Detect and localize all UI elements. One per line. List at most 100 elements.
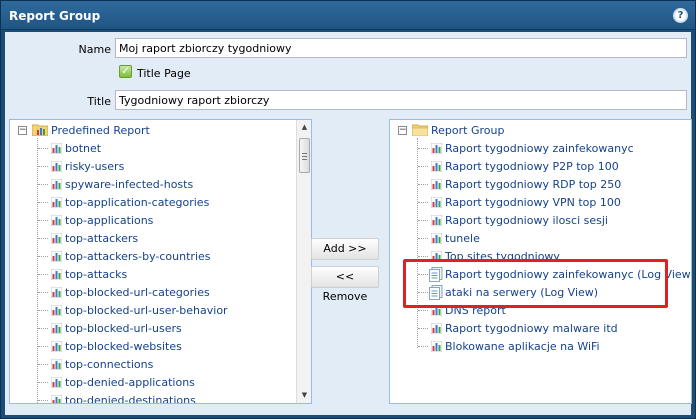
- tree-item[interactable]: top-blocked-url-categories: [16, 284, 286, 302]
- tree-item-label: Raport tygodniowy P2P top 100: [445, 160, 619, 173]
- tree-connector: [38, 220, 48, 221]
- tree-item-label: top-attackers-by-countries: [65, 250, 211, 263]
- chart-icon: [431, 341, 442, 352]
- title-page-label: Title Page: [137, 67, 191, 80]
- tree-root-report-group[interactable]: − Report Group: [396, 122, 676, 140]
- tree-item[interactable]: tunele: [396, 230, 681, 248]
- chart-icon: [51, 341, 62, 352]
- tree-item-label: Raport tygodniowy RDP top 250: [445, 178, 622, 191]
- tree-connector: [418, 220, 428, 221]
- tree-item-label: top-connections: [65, 358, 154, 371]
- scroll-down-icon[interactable]: ▼: [297, 388, 311, 403]
- tree-connector: [38, 382, 48, 383]
- tree-connector: [38, 256, 48, 257]
- name-input[interactable]: [115, 38, 687, 58]
- dialog-title: Report Group: [9, 9, 101, 23]
- help-icon[interactable]: ?: [673, 8, 688, 23]
- tree-item-label: tunele: [445, 232, 480, 245]
- collapse-icon[interactable]: −: [398, 126, 407, 135]
- chart-icon: [51, 179, 62, 190]
- tree-connector: [418, 148, 428, 149]
- remove-button[interactable]: << Remove: [311, 266, 379, 303]
- tree-item-label: top-application-categories: [65, 196, 210, 209]
- chart-icon: [51, 287, 62, 298]
- tree-root-predefined[interactable]: − Predefined Report: [16, 122, 286, 140]
- title-label: Title: [87, 95, 111, 108]
- tree-item[interactable]: Raport tygodniowy ilosci sesji: [396, 212, 681, 230]
- tree-item[interactable]: top-attackers-by-countries: [16, 248, 286, 266]
- tree-item[interactable]: top-blocked-url-user-behavior: [16, 302, 286, 320]
- tree-item[interactable]: Raport tygodniowy zainfekowanyc: [396, 140, 681, 158]
- tree-item[interactable]: risky-users: [16, 158, 286, 176]
- tree-item-label: Raport tygodniowy zainfekowanyc: [445, 142, 634, 155]
- tree-item[interactable]: top-connections: [16, 356, 286, 374]
- tree-item[interactable]: Raport tygodniowy RDP top 250: [396, 176, 681, 194]
- tree-item[interactable]: top-attackers: [16, 230, 286, 248]
- tree-item[interactable]: botnet: [16, 140, 286, 158]
- tree-connector: [38, 292, 48, 293]
- tree-connector: [418, 166, 428, 167]
- folder-icon: [412, 124, 428, 136]
- tree-item-label: top-applications: [65, 214, 154, 227]
- chart-icon: [431, 179, 442, 190]
- tree-item[interactable]: top-attacks: [16, 266, 286, 284]
- scroll-up-icon[interactable]: ▲: [297, 120, 311, 135]
- tree-item[interactable]: spyware-infected-hosts: [16, 176, 286, 194]
- tree-item-label: spyware-infected-hosts: [65, 178, 194, 191]
- tree-item[interactable]: top-denied-applications: [16, 374, 286, 392]
- tree-item-label: Blokowane aplikacje na WiFi: [445, 340, 600, 353]
- tree-item[interactable]: Blokowane aplikacje na WiFi: [396, 338, 681, 356]
- tree-item-label: top-attackers: [65, 232, 139, 245]
- tree-item-label: top-attacks: [65, 268, 128, 281]
- tree-item[interactable]: Raport tygodniowy P2P top 100: [396, 158, 681, 176]
- dialog-body: Name ✓ Title Page Title − Predefined Rep…: [5, 32, 692, 415]
- tree-connector: [418, 238, 428, 239]
- tree-connector: [38, 184, 48, 185]
- highlight-box: [403, 259, 668, 308]
- chart-icon: [51, 143, 62, 154]
- tree-connector: [38, 328, 48, 329]
- chart-icon: [431, 161, 442, 172]
- folder-chart-icon: [32, 124, 48, 136]
- tree-item[interactable]: top-blocked-url-users: [16, 320, 286, 338]
- chart-icon: [431, 215, 442, 226]
- title-input[interactable]: [115, 90, 687, 110]
- tree-connector: [38, 364, 48, 365]
- chart-icon: [431, 143, 442, 154]
- tree-connector: [38, 148, 48, 149]
- left-scrollbar[interactable]: ▲ ▼: [296, 120, 311, 403]
- chart-icon: [51, 251, 62, 262]
- dialog-titlebar[interactable]: Report Group ?: [1, 1, 695, 30]
- tree-item[interactable]: Raport tygodniowy VPN top 100: [396, 194, 681, 212]
- add-button[interactable]: Add >>: [311, 238, 379, 260]
- chart-icon: [51, 233, 62, 244]
- tree-item-label: risky-users: [65, 160, 125, 173]
- tree-item-label: top-blocked-url-user-behavior: [65, 304, 228, 317]
- chart-icon: [431, 323, 442, 334]
- tree-item-label: top-denied-destinations: [65, 394, 196, 404]
- tree-item[interactable]: Raport tygodniowy malware itd: [396, 320, 681, 338]
- tree-item-label: top-blocked-websites: [65, 340, 182, 353]
- predefined-report-tree[interactable]: − Predefined Report botnet risky-users spy…: [9, 119, 312, 404]
- chart-icon: [51, 269, 62, 280]
- chart-icon: [51, 197, 62, 208]
- tree-item-label: top-blocked-url-users: [65, 322, 182, 335]
- chart-icon: [431, 197, 442, 208]
- tree-item[interactable]: top-denied-destinations: [16, 392, 286, 404]
- chart-icon: [51, 305, 62, 316]
- title-page-checkbox[interactable]: ✓: [119, 65, 132, 78]
- tree-item[interactable]: top-application-categories: [16, 194, 286, 212]
- tree-connector: [418, 256, 428, 257]
- chart-icon: [51, 377, 62, 388]
- tree-connector: [38, 238, 48, 239]
- name-label: Name: [78, 43, 111, 56]
- tree-connector: [38, 346, 48, 347]
- tree-root-label: Report Group: [431, 124, 505, 137]
- tree-connector: [38, 202, 48, 203]
- tree-item[interactable]: top-applications: [16, 212, 286, 230]
- scroll-thumb[interactable]: [299, 138, 310, 173]
- tree-connector: [38, 400, 48, 401]
- tree-item[interactable]: top-blocked-websites: [16, 338, 286, 356]
- chart-icon: [51, 359, 62, 370]
- collapse-icon[interactable]: −: [18, 126, 27, 135]
